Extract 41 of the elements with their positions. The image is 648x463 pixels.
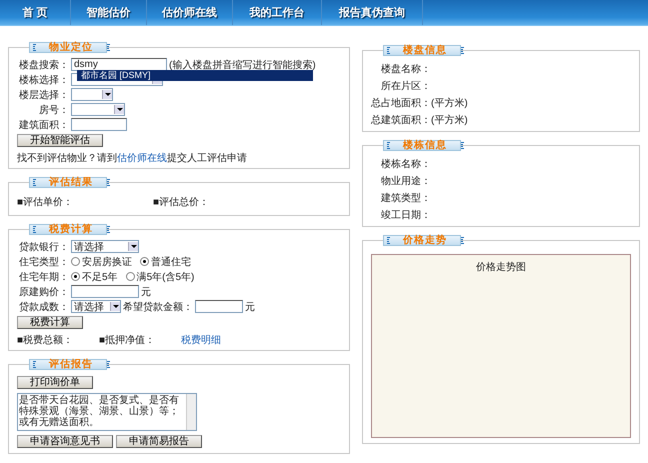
field-label: 建筑面积： <box>18 118 69 132</box>
field-label: 房号： <box>38 104 69 116</box>
unit-label: 元 <box>141 286 151 298</box>
section-title: 楼栋信息 <box>403 140 447 151</box>
option-label: 不足5年 <box>82 270 118 284</box>
section-title: 楼盘信息 <box>403 45 447 56</box>
field-label: 希望贷款金额： <box>123 300 193 314</box>
field-label: 总建筑面积： <box>371 114 431 126</box>
section-title: 价格走势 <box>403 235 447 246</box>
field-label: 竣工日期： <box>380 208 431 222</box>
field-label: 贷款成数： <box>18 300 69 314</box>
field-label: 住宅年期： <box>18 270 69 284</box>
field-label: 物业用途： <box>380 174 431 188</box>
section-title: 物业定位 <box>49 42 93 53</box>
option-label: 普通住宅 <box>151 256 191 268</box>
field-label: 建筑类型： <box>380 192 431 204</box>
result-label: ■评估单价： <box>17 196 74 209</box>
help-text: 找不到评估物业？请到估价师在线提交人工评估申请 <box>17 152 248 165</box>
field-label: 楼盘名称： <box>380 62 431 76</box>
section-title: 评估结果 <box>49 177 93 188</box>
option-label: 安居房换证 <box>82 256 132 268</box>
result-label: ■抵押净值： <box>99 334 156 347</box>
field-label: 住宅类型： <box>18 256 69 268</box>
field-label: 楼栋选择： <box>18 74 69 86</box>
option-label: 满5年(含5年) <box>136 270 194 284</box>
section-title: 税费计算 <box>49 224 93 235</box>
unit-label: (平方米) <box>431 96 468 110</box>
field-label: 楼层选择： <box>18 88 69 102</box>
section-title: 评估报告 <box>49 359 93 370</box>
field-label: 楼栋名称： <box>380 158 431 170</box>
field-label: 总占地面积： <box>371 96 431 110</box>
result-label: ■评估总价： <box>153 196 210 209</box>
chart-title: 价格走势图 <box>476 260 526 272</box>
field-label: 贷款银行： <box>18 240 69 254</box>
field-label: 所在片区： <box>380 80 431 92</box>
field-label: 原建购价： <box>18 286 69 298</box>
result-label: ■税费总额： <box>17 334 74 347</box>
field-label: 楼盘搜索： <box>18 58 69 72</box>
unit-label: 元 <box>245 300 255 314</box>
hint-text: (输入楼盘拼音缩写进行智能搜索) <box>169 58 316 72</box>
unit-label: (平方米) <box>431 114 468 126</box>
